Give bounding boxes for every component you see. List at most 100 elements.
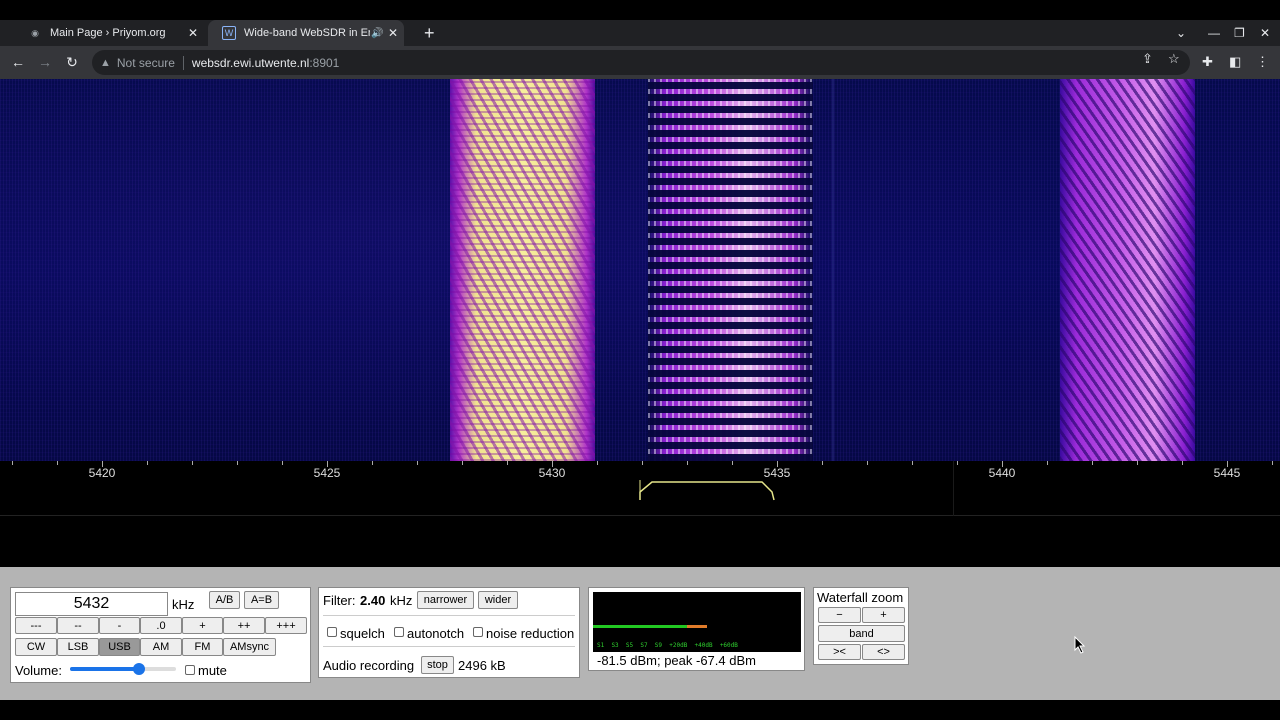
passband-indicator[interactable] — [638, 478, 778, 502]
volume-label: Volume: — [15, 663, 62, 678]
scale-tick — [1137, 461, 1138, 465]
scale-tick — [1272, 461, 1273, 465]
step-down-medium-button[interactable]: -- — [57, 617, 99, 634]
filter-bandwidth: 2.40 — [360, 593, 386, 608]
browser-toolbar: ← → ↻ ▲ Not secure websdr.ewi.utwente.nl… — [0, 46, 1280, 79]
menu-icon[interactable]: ⋮ — [1256, 54, 1269, 70]
mode-fm-button[interactable]: FM — [182, 638, 223, 656]
squelch-checkbox[interactable] — [327, 627, 337, 637]
noise-reduction-label: noise reduction — [486, 626, 575, 641]
scale-tick — [867, 461, 868, 465]
not-secure-label: Not secure — [116, 55, 175, 70]
step-up-large-button[interactable]: +++ — [265, 617, 307, 634]
bottom-edge — [0, 700, 1280, 720]
filter-unit: kHz — [390, 593, 413, 608]
signal-level-bar — [593, 625, 687, 628]
scale-tick — [147, 461, 148, 465]
signal-reading: -81.5 dBm; peak -67.4 dBm — [597, 653, 756, 668]
mode-am-button[interactable]: AM — [140, 638, 182, 656]
scale-tick — [462, 461, 463, 465]
scale-label: 5440 — [988, 466, 1016, 480]
a-equals-b-button[interactable]: A=B — [244, 591, 279, 609]
volume-slider-fill — [70, 667, 139, 671]
scale-tick — [642, 461, 643, 465]
scale-label: 5420 — [88, 466, 116, 480]
scale-tick — [957, 461, 958, 465]
squelch-label: squelch — [340, 626, 385, 641]
step-down-small-button[interactable]: - — [99, 617, 140, 634]
signal-trace — [1060, 79, 1195, 461]
zoom-title: Waterfall zoom — [817, 590, 904, 605]
mode-lsb-button[interactable]: LSB — [57, 638, 99, 656]
narrower-button[interactable]: narrower — [417, 591, 474, 609]
step-up-medium-button[interactable]: ++ — [223, 617, 265, 634]
minimize-icon[interactable]: — — [1208, 20, 1220, 46]
filter-label: Filter: — [323, 593, 356, 608]
signal-trace — [450, 79, 595, 461]
wider-button[interactable]: wider — [478, 591, 518, 609]
scale-tick — [507, 461, 508, 465]
frequency-unit: kHz — [172, 597, 195, 612]
address-bar[interactable]: ▲ Not secure websdr.ewi.utwente.nl :8901 — [92, 50, 1190, 75]
scale-tick — [12, 461, 13, 465]
extensions-icon[interactable]: ✚ — [1202, 54, 1213, 70]
signal-trace — [648, 79, 813, 461]
mode-cw-button[interactable]: CW — [15, 638, 57, 656]
scale-tick — [1182, 461, 1183, 465]
step-up-small-button[interactable]: + — [182, 617, 223, 634]
divider — [323, 646, 575, 647]
zoom-band-button[interactable]: band — [818, 625, 905, 642]
mute-label: mute — [198, 663, 227, 678]
round-frequency-button[interactable]: .0 — [140, 617, 182, 634]
side-panel-icon[interactable]: ◧ — [1229, 54, 1241, 70]
zoom-narrow-button[interactable]: >< — [818, 644, 861, 660]
mode-amsync-button[interactable]: AMsync — [223, 638, 276, 656]
scale-tick — [1047, 461, 1048, 465]
stop-recording-button[interactable]: stop — [421, 656, 454, 674]
tab-title: Wide-band WebSDR in Ensch — [244, 27, 370, 39]
volume-slider[interactable] — [70, 663, 176, 675]
bookmark-star-icon[interactable]: ☆ — [1168, 51, 1180, 67]
forward-icon[interactable]: → — [35, 52, 55, 72]
priyom-favicon-icon: ◉ — [31, 27, 39, 38]
mute-checkbox[interactable] — [185, 665, 195, 675]
autonotch-checkbox[interactable] — [394, 627, 404, 637]
waterfall-display[interactable] — [0, 79, 1280, 461]
close-tab-icon[interactable]: ✕ — [388, 26, 398, 40]
mouse-cursor-icon — [1074, 636, 1086, 654]
speaker-icon[interactable]: 🔊 — [371, 28, 383, 39]
restore-icon[interactable]: ❐ — [1234, 20, 1245, 46]
scale-tick — [282, 461, 283, 465]
frequency-input[interactable]: 5432 — [15, 592, 168, 616]
mode-usb-button[interactable]: USB — [99, 638, 140, 656]
close-tab-icon[interactable]: ✕ — [188, 26, 198, 40]
scale-tick — [237, 461, 238, 465]
volume-slider-handle[interactable] — [132, 663, 145, 675]
scale-label: 5430 — [538, 466, 566, 480]
tab-websdr[interactable]: W Wide-band WebSDR in Ensch 🔊 ✕ — [208, 20, 404, 46]
top-edge — [0, 0, 1280, 20]
smeter-box: S1 S3 S5 S7 S9 +20dB +40dB +60dB -81.5 d… — [588, 587, 805, 671]
share-icon[interactable]: ⇪ — [1142, 51, 1153, 67]
tab-search-icon[interactable]: ⌄ — [1176, 20, 1186, 46]
back-icon[interactable]: ← — [8, 52, 28, 72]
ab-button[interactable]: A/B — [209, 591, 240, 609]
new-tab-button[interactable]: + — [410, 20, 440, 46]
audio-recording-label: Audio recording — [323, 658, 415, 673]
step-down-large-button[interactable]: --- — [15, 617, 57, 634]
close-window-icon[interactable]: ✕ — [1260, 20, 1270, 46]
zoom-out-button[interactable]: − — [818, 607, 861, 623]
tuning-box: 5432 kHz A/B A=B --- -- - .0 + ++ +++ CW… — [10, 587, 311, 683]
reload-icon[interactable]: ↻ — [62, 52, 82, 72]
noise-reduction-checkbox[interactable] — [473, 627, 483, 637]
zoom-wide-button[interactable]: <> — [862, 644, 905, 660]
smeter-scale: S1 S3 S5 S7 S9 +20dB +40dB +60dB — [597, 642, 738, 649]
divider — [953, 461, 954, 516]
zoom-box: Waterfall zoom − + band >< <> — [813, 587, 909, 665]
scale-tick — [57, 461, 58, 465]
scale-tick — [732, 461, 733, 465]
tab-priyom[interactable]: ◉ Main Page › Priyom.org ✕ — [14, 20, 206, 46]
warning-icon: ▲ — [100, 56, 111, 69]
zoom-in-button[interactable]: + — [862, 607, 905, 623]
band-indicator-strip — [0, 517, 1280, 567]
